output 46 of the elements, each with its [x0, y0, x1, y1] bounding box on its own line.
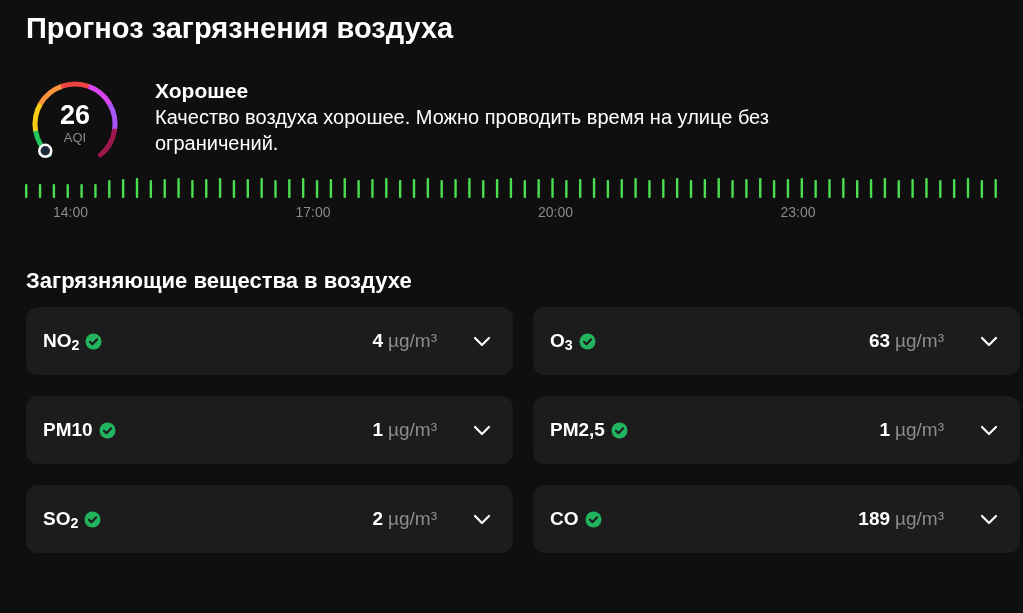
- time-label: 17:00: [295, 203, 332, 222]
- pollutant-name: PM10: [43, 417, 93, 442]
- pollutant-value: 63: [868, 328, 891, 353]
- page-title: Прогноз загрязнения воздуха: [26, 11, 455, 46]
- pollutant-name: CO: [550, 506, 579, 531]
- time-label: 23:00: [780, 203, 817, 222]
- pollutant-card[interactable]: O$_{3}$ 63 µg/m³: [533, 307, 1020, 375]
- pollutant-unit: µg/m³: [388, 506, 437, 531]
- pollutant-unit: µg/m³: [388, 328, 437, 353]
- aqi-value: 26: [59, 102, 90, 129]
- pollutant-value: 4: [372, 328, 384, 353]
- time-label: 14:00: [53, 203, 90, 222]
- pollutant-value: 2: [372, 506, 384, 531]
- chevron-down-icon[interactable]: [980, 335, 998, 347]
- aqi-label: AQI: [63, 131, 87, 144]
- pollutant-name: SO$_{2}$: [43, 506, 79, 534]
- chevron-down-icon[interactable]: [980, 513, 998, 525]
- pollutant-unit: µg/m³: [895, 417, 944, 442]
- pollutant-name: PM2,5: [550, 417, 605, 442]
- chevron-down-icon[interactable]: [473, 513, 491, 525]
- pollutant-card[interactable]: CO 189 µg/m³: [533, 485, 1020, 553]
- chevron-down-icon[interactable]: [473, 424, 491, 436]
- pollutant-value: 189: [858, 506, 891, 531]
- check-icon: [610, 421, 628, 439]
- pollutant-name: NO$_{2}$: [43, 328, 80, 356]
- check-icon: [578, 332, 596, 350]
- pollutant-value: 1: [879, 417, 891, 442]
- pollutant-value: 1: [372, 417, 384, 442]
- check-icon: [84, 510, 102, 528]
- check-icon: [85, 332, 103, 350]
- time-label: 20:00: [538, 203, 575, 222]
- pollutant-card[interactable]: PM10 1 µg/m³: [26, 396, 513, 464]
- pollutant-unit: µg/m³: [895, 506, 944, 531]
- aqi-status: Хорошее: [155, 78, 250, 104]
- pollutant-card[interactable]: PM2,5 1 µg/m³: [533, 396, 1020, 464]
- section-title: Загрязняющие вещества в воздухе: [26, 267, 413, 295]
- pollutant-name: O$_{3}$: [550, 328, 573, 356]
- pollutant-unit: µg/m³: [388, 417, 437, 442]
- check-icon: [98, 421, 116, 439]
- check-icon: [584, 510, 602, 528]
- pollutant-unit: µg/m³: [895, 328, 944, 353]
- pollutant-card[interactable]: SO$_{2}$ 2 µg/m³: [26, 485, 513, 553]
- pollutant-card[interactable]: NO$_{2}$ 4 µg/m³: [26, 307, 513, 375]
- aqi-description: Качество воздуха хорошее. Можно проводить время на улице без ограничений.: [155, 105, 770, 156]
- chevron-down-icon[interactable]: [473, 335, 491, 347]
- chevron-down-icon[interactable]: [980, 424, 998, 436]
